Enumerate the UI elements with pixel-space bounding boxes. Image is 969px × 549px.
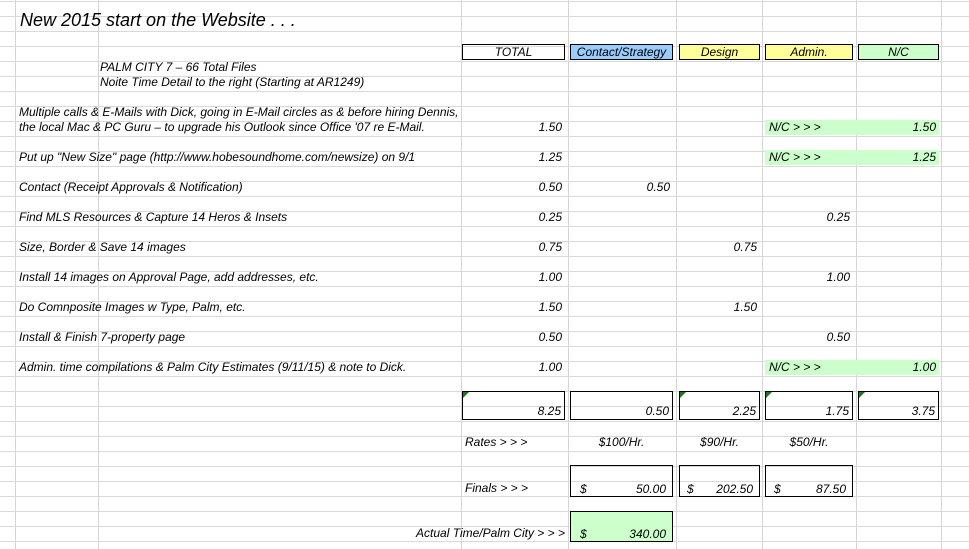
task-description[interactable]: Find MLS Resources & Capture 14 Heros & … [19,210,287,225]
sum-design[interactable]: 2.25 [679,391,760,420]
currency-symbol: $ [774,482,781,496]
task-total-hours[interactable]: 0.50 [462,180,562,195]
task-nc-hours[interactable]: 1.50 [858,120,936,135]
task-nc-marker[interactable]: N/C > > > [769,120,821,135]
task-admin-hours[interactable]: 1.00 [765,270,850,285]
task-total-hours[interactable]: 1.50 [462,120,562,135]
task-design-hours[interactable]: 1.50 [679,300,757,315]
subtitle-line-2[interactable]: Noite Time Detail to the right (Starting… [100,75,364,90]
sum-contact[interactable]: 0.50 [570,391,673,420]
note-indicator-icon [859,392,865,398]
actual-total[interactable]: $ 340.00 [570,511,673,542]
task-description-line[interactable]: Multiple calls & E-Mails with Dick, goin… [19,105,459,120]
header-design[interactable]: Design [679,44,760,60]
task-nc-hours[interactable]: 1.25 [858,150,936,165]
rate-design[interactable]: $90/Hr. [679,435,760,450]
task-nc-marker[interactable]: N/C > > > [769,150,821,165]
sheet-title: New 2015 start on the Website . . . [20,10,296,30]
sum-admin-value: 1.75 [825,404,849,418]
task-total-hours[interactable]: 1.00 [462,270,562,285]
sum-nc-value: 3.75 [911,404,935,418]
final-contact[interactable]: $ 50.00 [570,465,673,497]
task-total-hours[interactable]: 0.50 [462,330,562,345]
header-total[interactable]: TOTAL [462,44,565,60]
task-total-hours[interactable]: 1.25 [462,150,562,165]
subtitle-line-1[interactable]: PALM CITY 7 – 66 Total Files [100,60,257,75]
final-admin[interactable]: $ 87.50 [765,465,853,497]
header-nc[interactable]: N/C [858,44,939,60]
task-description[interactable]: Size, Border & Save 14 images [19,240,186,255]
final-design-value: 202.50 [716,482,753,496]
task-total-hours[interactable]: 0.25 [462,210,562,225]
task-total-hours[interactable]: 0.75 [462,240,562,255]
header-contact-strategy[interactable]: Contact/Strategy [570,44,673,60]
actual-label[interactable]: Actual Time/Palm City > > > [380,526,565,541]
sum-admin[interactable]: 1.75 [765,391,853,420]
actual-total-value: 340.00 [629,527,666,541]
final-admin-value: 87.50 [815,482,846,496]
task-description[interactable]: Contact (Receipt Approvals & Notificatio… [19,180,243,195]
task-description[interactable]: Put up "New Size" page (http://www.hobes… [19,150,415,165]
task-description[interactable]: Do Comnposite Images w Type, Palm, etc. [19,300,246,315]
rate-contact[interactable]: $100/Hr. [570,435,673,450]
note-indicator-icon [680,392,686,398]
rate-admin[interactable]: $50/Hr. [765,435,853,450]
task-description[interactable]: Install & Finish 7-property page [19,330,185,345]
currency-symbol: $ [687,482,694,496]
sum-contact-value: 0.50 [645,404,669,418]
sum-nc[interactable]: 3.75 [858,391,939,420]
sum-total-value: 8.25 [537,404,561,418]
task-description[interactable]: Install 14 images on Approval Page, add … [19,270,319,285]
note-indicator-icon [463,392,469,398]
task-total-hours[interactable]: 1.50 [462,300,562,315]
task-nc-hours[interactable]: 1.00 [858,360,936,375]
note-indicator-icon [766,392,772,398]
header-admin[interactable]: Admin. [765,44,853,60]
task-total-hours[interactable]: 1.00 [462,360,562,375]
final-design[interactable]: $ 202.50 [679,465,760,497]
task-description[interactable]: the local Mac & PC Guru – to upgrade his… [19,120,425,135]
task-nc-marker[interactable]: N/C > > > [769,360,821,375]
task-description[interactable]: Admin. time compilations & Palm City Est… [19,360,406,375]
task-design-hours[interactable]: 0.75 [679,240,757,255]
finals-label[interactable]: Finals > > > [465,481,528,496]
sum-total[interactable]: 8.25 [462,391,565,420]
final-contact-value: 50.00 [635,482,666,496]
sum-design-value: 2.25 [732,404,756,418]
task-contact-hours[interactable]: 0.50 [570,180,670,195]
task-admin-hours[interactable]: 0.50 [765,330,850,345]
rates-label[interactable]: Rates > > > [465,435,527,450]
task-admin-hours[interactable]: 0.25 [765,210,850,225]
currency-symbol: $ [580,482,587,496]
currency-symbol: $ [580,527,587,541]
